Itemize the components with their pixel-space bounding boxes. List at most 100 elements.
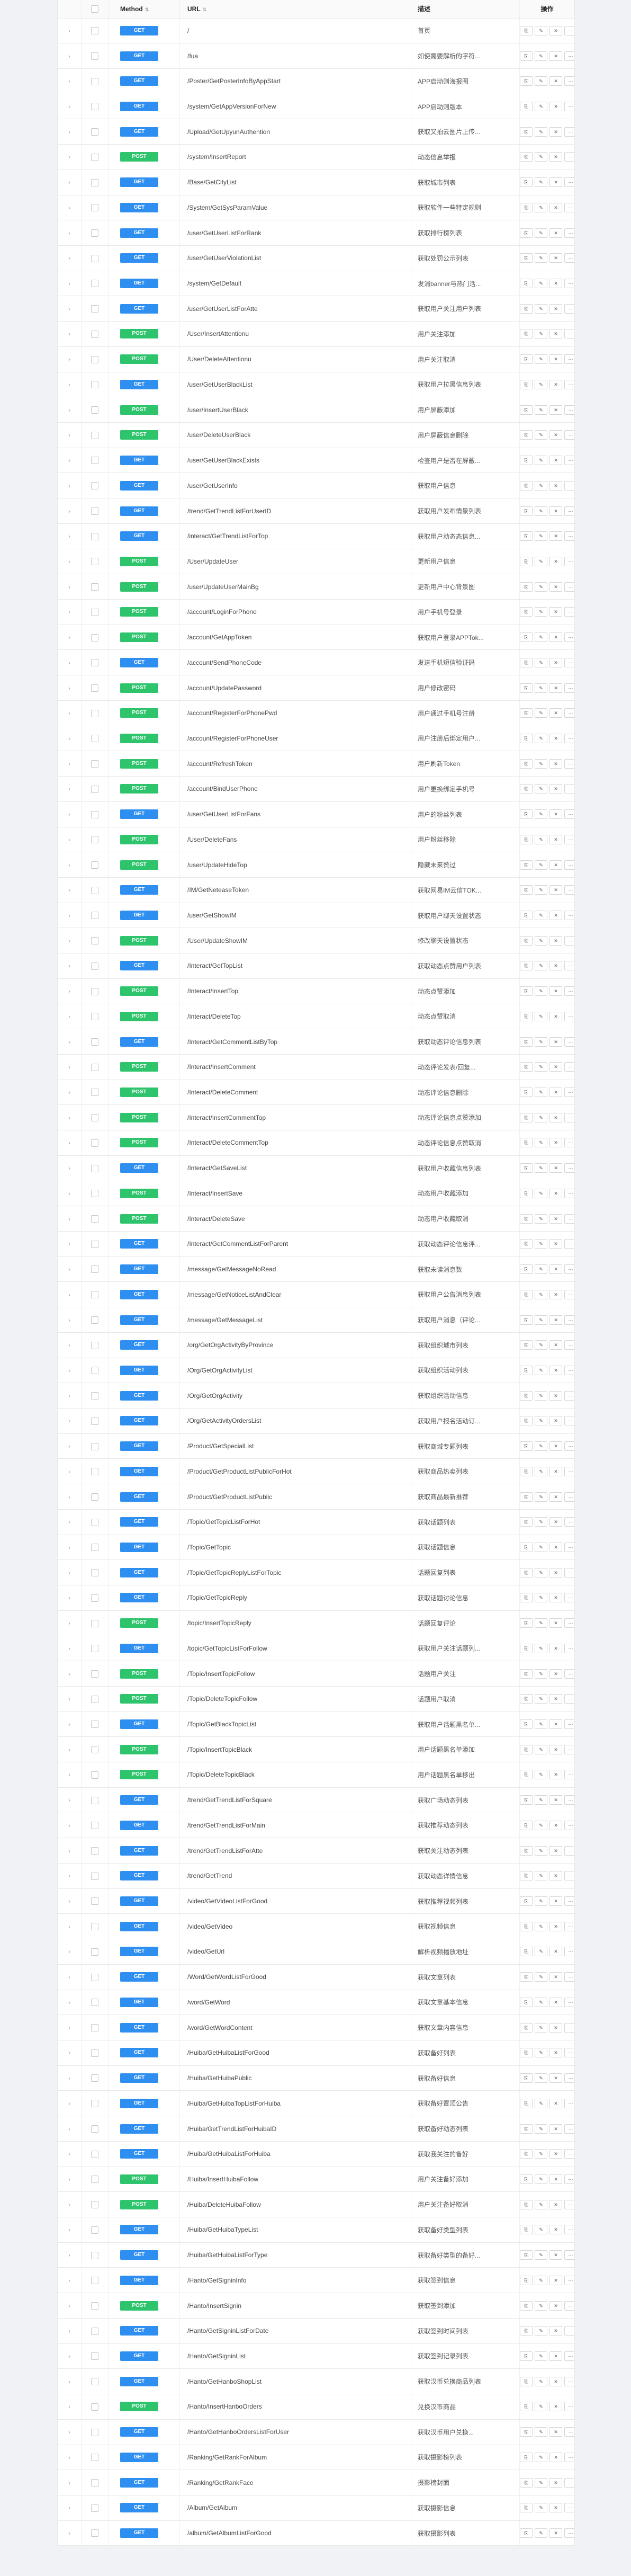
delete-icon[interactable]: ✕ (549, 1062, 562, 1072)
row-checkbox[interactable] (91, 305, 98, 313)
copy-icon[interactable]: ⎘ (520, 1365, 533, 1375)
copy-icon[interactable]: ⎘ (520, 430, 533, 440)
row-checkbox[interactable] (91, 1190, 98, 1198)
table-row[interactable]: › GET/Huiba/GetHuibaListForType 获取备好类型的备好.… (58, 2242, 574, 2268)
delete-icon[interactable]: ✕ (549, 2376, 562, 2386)
url-text[interactable]: /user/DeleteUserBlack (187, 431, 250, 439)
delete-icon[interactable]: ✕ (549, 1340, 562, 1350)
row-checkbox[interactable] (91, 1341, 98, 1349)
table-row[interactable]: › GET/Huiba/GetHuibaTopListForHuiba 获取备好置顶… (58, 2090, 574, 2117)
edit-icon[interactable]: ✎ (535, 657, 547, 667)
copy-icon[interactable]: ⎘ (520, 329, 533, 339)
row-checkbox[interactable] (91, 204, 98, 212)
chevron-right-icon[interactable]: › (68, 255, 70, 262)
row-checkbox[interactable] (91, 153, 98, 161)
chevron-right-icon[interactable]: › (68, 1898, 70, 1905)
chevron-right-icon[interactable]: › (68, 306, 70, 313)
more-icon[interactable]: ⋯ (564, 1567, 574, 1577)
delete-icon[interactable]: ✕ (549, 2477, 562, 2488)
chevron-right-icon[interactable]: › (68, 483, 70, 489)
url-text[interactable]: /Huiba/GetTrendListForHuibaID (187, 2125, 276, 2133)
chevron-right-icon[interactable]: › (68, 1317, 70, 1324)
delete-icon[interactable]: ✕ (549, 405, 562, 415)
row-checkbox[interactable] (91, 1139, 98, 1147)
table-row[interactable]: › POST/Huiba/DeleteHuibaFollow 用户关注备好取消 ⎘ ✎ ✕… (58, 2191, 574, 2218)
row-checkbox[interactable] (91, 1746, 98, 1754)
copy-icon[interactable]: ⎘ (520, 2174, 533, 2184)
url-text[interactable]: /trend/GetTrendListForAtte (187, 1847, 263, 1855)
edit-icon[interactable]: ✎ (535, 1264, 547, 1274)
row-checkbox[interactable] (91, 1367, 98, 1375)
url-text[interactable]: /Hanto/GetSigninList (187, 2352, 246, 2360)
chevron-right-icon[interactable]: › (68, 509, 70, 515)
row-checkbox[interactable] (91, 2479, 98, 2486)
copy-icon[interactable]: ⎘ (520, 2402, 533, 2412)
chevron-right-icon[interactable]: › (68, 1823, 70, 1829)
copy-icon[interactable]: ⎘ (520, 1112, 533, 1122)
row-checkbox[interactable] (91, 2378, 98, 2386)
delete-icon[interactable]: ✕ (549, 1239, 562, 1249)
more-icon[interactable]: ⋯ (564, 2376, 574, 2386)
chevron-right-icon[interactable]: › (68, 2050, 70, 2056)
more-icon[interactable]: ⋯ (564, 202, 574, 212)
more-icon[interactable]: ⋯ (564, 1441, 574, 1451)
row-checkbox[interactable] (91, 254, 98, 262)
copy-icon[interactable]: ⎘ (520, 2225, 533, 2235)
edit-icon[interactable]: ✎ (535, 1669, 547, 1679)
table-row[interactable]: › GET/message/GetNoticeListAndClear 获取用户公告… (58, 1281, 574, 1308)
row-checkbox[interactable] (91, 861, 98, 869)
table-row[interactable]: › GET/IM/GetNeteaseToken 获取网易IM云信TOK... ⎘ ✎ ✕… (58, 877, 574, 903)
edit-icon[interactable]: ✎ (535, 784, 547, 794)
edit-icon[interactable]: ✎ (535, 2376, 547, 2386)
edit-icon[interactable]: ✎ (535, 51, 547, 61)
edit-icon[interactable]: ✎ (535, 354, 547, 364)
copy-icon[interactable]: ⎘ (520, 354, 533, 364)
url-text[interactable]: /Interact/InsertSave (187, 1190, 242, 1197)
copy-icon[interactable]: ⎘ (520, 1669, 533, 1679)
delete-icon[interactable]: ✕ (549, 582, 562, 592)
url-text[interactable]: /Base/GetCityList (187, 179, 237, 186)
url-text[interactable]: /word/GetWordContent (187, 2024, 253, 2031)
edit-icon[interactable]: ✎ (535, 379, 547, 389)
chevron-right-icon[interactable]: › (68, 1722, 70, 1728)
copy-icon[interactable]: ⎘ (520, 202, 533, 212)
delete-icon[interactable]: ✕ (549, 177, 562, 188)
chevron-right-icon[interactable]: › (68, 2227, 70, 2233)
chevron-right-icon[interactable]: › (68, 78, 70, 85)
more-icon[interactable]: ⋯ (564, 809, 574, 819)
more-icon[interactable]: ⋯ (564, 2199, 574, 2209)
edit-icon[interactable]: ✎ (535, 1618, 547, 1628)
chevron-right-icon[interactable]: › (68, 786, 70, 792)
table-row[interactable]: › GET/Word/GetWordListForGood 获取文章列表 ⎘ ✎ ✕ ⋯ (58, 1964, 574, 1990)
row-checkbox[interactable] (91, 2100, 98, 2108)
more-icon[interactable]: ⋯ (564, 2427, 574, 2437)
table-row[interactable]: › GET/Ranking/GetRankFace 摄影榜封面 ⎘ ✎ ✕ ⋯ (58, 2470, 574, 2495)
delete-icon[interactable]: ✕ (549, 1972, 562, 1982)
url-text[interactable]: /Hanto/InsertHanboOrders (187, 2403, 262, 2410)
more-icon[interactable]: ⋯ (564, 1289, 574, 1299)
table-row[interactable]: › GET/Hanto/GetSigninList 获取签到记录列表 ⎘ ✎ ✕ ⋯ (58, 2343, 574, 2369)
url-text[interactable]: /Topic/InsertTopicBlack (187, 1746, 252, 1753)
row-checkbox[interactable] (91, 128, 98, 136)
url-text[interactable]: /trend/GetTrendListForMain (187, 1822, 265, 1829)
delete-icon[interactable]: ✕ (549, 733, 562, 743)
table-row[interactable]: › POST/Interact/DeleteComment 动态评论信息删除 ⎘ ✎ ✕ ⋯ (58, 1080, 574, 1106)
more-icon[interactable]: ⋯ (564, 1669, 574, 1679)
url-text[interactable]: /Poster/GetPosterInfoByAppStart (187, 77, 281, 85)
edit-icon[interactable]: ✎ (535, 1163, 547, 1173)
row-checkbox[interactable] (91, 1771, 98, 1779)
copy-icon[interactable]: ⎘ (520, 2326, 533, 2336)
copy-icon[interactable]: ⎘ (520, 582, 533, 592)
edit-icon[interactable]: ✎ (535, 102, 547, 112)
row-checkbox[interactable] (91, 1670, 98, 1678)
chevron-right-icon[interactable]: › (68, 2126, 70, 2133)
chevron-right-icon[interactable]: › (68, 862, 70, 869)
table-row[interactable]: › POST/Interact/InsertCommentTop 动态评论信息点赞添… (58, 1104, 574, 1131)
table-row[interactable]: › GET/trend/GetTrendListForMain 获取推荐动态列表 ⎘ ✎… (58, 1813, 574, 1839)
chevron-right-icon[interactable]: › (68, 2025, 70, 2031)
table-row[interactable]: › POST/system/InsertReport 动态信息举报 ⎘ ✎ ✕ ⋯ (58, 144, 574, 170)
row-checkbox[interactable] (91, 1544, 98, 1552)
more-icon[interactable]: ⋯ (564, 1037, 574, 1047)
url-text[interactable]: /account/GetAppToken (187, 634, 251, 641)
row-checkbox[interactable] (91, 2125, 98, 2133)
